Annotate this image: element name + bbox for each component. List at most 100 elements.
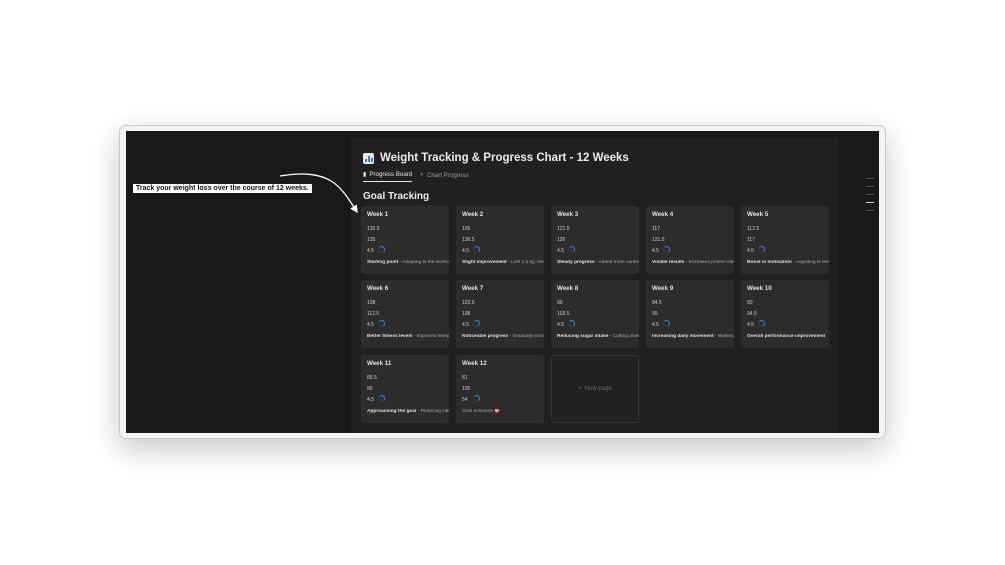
progress-ring-icon (568, 320, 575, 327)
weight-lost: 54 (462, 397, 468, 403)
week-note: Visible results - Increased protein inta… (652, 260, 734, 265)
week-card[interactable]: Week 7 103.5 108 4.5 Noticeable progress - G… (456, 280, 544, 348)
previous-weight: 108 (462, 311, 471, 317)
current-weight: 99 (557, 300, 563, 306)
note-title: Boost in motivation (747, 260, 792, 265)
previous-weight: 117 (747, 237, 755, 243)
week-note: Steady progress - Added more cardio (557, 260, 639, 265)
progress-ring-icon (663, 320, 670, 327)
previous-weight: 130.5 (462, 237, 475, 243)
new-page-button[interactable]: + New page (551, 355, 639, 423)
week-note: Approaching the goal - Reducing calories (367, 409, 449, 414)
week-title: Week 12 (462, 360, 487, 367)
week-card[interactable]: Week 9 94.5 99 4.5 Increasing daily movement… (646, 280, 734, 348)
page-scroll-indicator[interactable] (866, 178, 874, 218)
note-title: Visible results (652, 260, 685, 265)
current-weight: 94.5 (652, 300, 662, 306)
week-title: Week 1 (367, 211, 389, 218)
new-page-label: New page (584, 386, 612, 392)
week-title: Week 8 (557, 285, 579, 292)
week-title: Week 2 (462, 211, 484, 218)
previous-weight: 90 (367, 386, 373, 392)
note-text: - Walking more (714, 334, 734, 339)
note-text: - Increased protein intake (685, 260, 734, 265)
progress-ring-icon (378, 246, 385, 253)
chart-bars-icon: ▮ (363, 172, 367, 178)
current-weight: 117 (652, 226, 660, 232)
previous-weight: 135 (367, 237, 376, 243)
weight-lost: 4.5 (747, 322, 754, 328)
note-title: Slight improvement (462, 260, 507, 265)
note-title: Approaching the goal (367, 409, 417, 414)
week-card[interactable]: Week 5 112.5 117 4.5 Boost in motivation - A… (741, 206, 829, 274)
note-title: Better fitness levels (367, 334, 413, 339)
progress-ring-icon (568, 246, 575, 253)
note-title: Noticeable progress (462, 334, 509, 339)
week-note: Noticeable progress - Gradually increasi… (462, 334, 544, 339)
current-weight: 90 (747, 300, 753, 306)
note-text: - Added more cardio (594, 260, 639, 265)
previous-weight: 112.5 (367, 311, 380, 317)
weight-lost: 4.5 (557, 322, 564, 328)
tab-progress-board[interactable]: ▮ Progress Board (363, 171, 413, 182)
weight-lost: 4.5 (462, 322, 469, 328)
week-title: Week 4 (652, 211, 674, 218)
week-card[interactable]: Week 1 130.5 135 4.5 Starting point - Adapti… (361, 206, 449, 274)
weight-lost: 4.5 (367, 248, 374, 254)
week-card[interactable]: Week 2 126 130.5 4.5 Slight improvement - Lo… (456, 206, 544, 274)
week-card[interactable]: Week 12 81 135 54 Goal achieved 🎯 (456, 355, 544, 423)
page-header: Weight Tracking & Progress Chart - 12 We… (363, 148, 629, 168)
progress-ring-icon (473, 395, 480, 402)
week-card[interactable]: Week 10 90 94.5 4.5 Overall performance impr… (741, 280, 829, 348)
note-title: Starting point (367, 260, 399, 265)
week-note: Reducing sugar intake - Cutting down on … (557, 334, 639, 339)
week-note: Increasing daily movement - Walking more (652, 334, 734, 339)
tab-label: Chart Progress (426, 171, 469, 179)
view-tabs: ▮ Progress Board ◐ Chart Progress (363, 171, 469, 182)
week-note: Overall performance improvement (747, 334, 829, 339)
week-title: Week 11 (367, 360, 392, 367)
week-card[interactable]: Week 8 99 103.5 4.5 Reducing sugar intake - … (551, 280, 639, 348)
week-note: Boost in motivation - Adjusting to the n… (747, 260, 829, 265)
week-title: Week 9 (652, 285, 674, 292)
note-title: Overall performance improvement (747, 334, 826, 339)
weight-lost: 4.5 (367, 322, 374, 328)
note-text: - Lost 1.5 kg, feeling good (508, 260, 544, 265)
weight-lost: 4.5 (557, 248, 564, 254)
week-card[interactable]: Week 4 117 121.5 4.5 Visible results - Incre… (646, 206, 734, 274)
bar-chart-icon (363, 152, 374, 164)
annotation-callout: Track your weight loss over the course o… (133, 184, 312, 193)
progress-ring-icon (758, 320, 765, 327)
weight-lost: 4.5 (747, 248, 754, 254)
progress-ring-icon (378, 395, 385, 402)
weight-lost: 4.5 (462, 248, 469, 254)
app-screen: Weight Tracking & Progress Chart - 12 We… (126, 131, 879, 433)
progress-ring-icon (758, 246, 765, 253)
current-weight: 130.5 (367, 226, 380, 232)
week-note: Better fitness levels - Improved sleep (367, 334, 449, 339)
week-card[interactable]: Week 3 121.5 126 4.5 Steady progress - Added… (551, 206, 639, 274)
current-weight: 112.5 (747, 226, 760, 232)
week-note: Goal achieved 🎯 (462, 409, 544, 414)
progress-ring-icon (473, 246, 480, 253)
plus-icon: + (578, 386, 582, 392)
week-note: Starting point - Adapting to the workout… (367, 260, 449, 265)
previous-weight: 99 (652, 311, 658, 317)
progress-ring-icon (473, 320, 480, 327)
tab-chart-progress[interactable]: ◐ Chart Progress (420, 171, 468, 182)
current-weight: 108 (367, 300, 376, 306)
progress-ring-icon (663, 246, 670, 253)
notion-page: Weight Tracking & Progress Chart - 12 We… (351, 138, 839, 433)
page-title: Weight Tracking & Progress Chart - 12 We… (380, 152, 629, 164)
note-text: Goal achieved 🎯 (462, 409, 500, 414)
note-text: - Reducing calories (417, 409, 449, 414)
week-title: Week 3 (557, 211, 579, 218)
week-card[interactable]: Week 11 85.5 90 4.5 Approaching the goal - R… (361, 355, 449, 423)
weight-lost: 4.5 (652, 248, 659, 254)
week-card[interactable]: Week 6 108 112.5 4.5 Better fitness levels -… (361, 280, 449, 348)
pie-chart-icon: ◐ (420, 172, 424, 178)
previous-weight: 135 (462, 386, 471, 392)
week-note: Slight improvement - Lost 1.5 kg, feelin… (462, 260, 544, 265)
tab-label: Progress Board (369, 171, 413, 178)
week-title: Week 6 (367, 285, 389, 292)
